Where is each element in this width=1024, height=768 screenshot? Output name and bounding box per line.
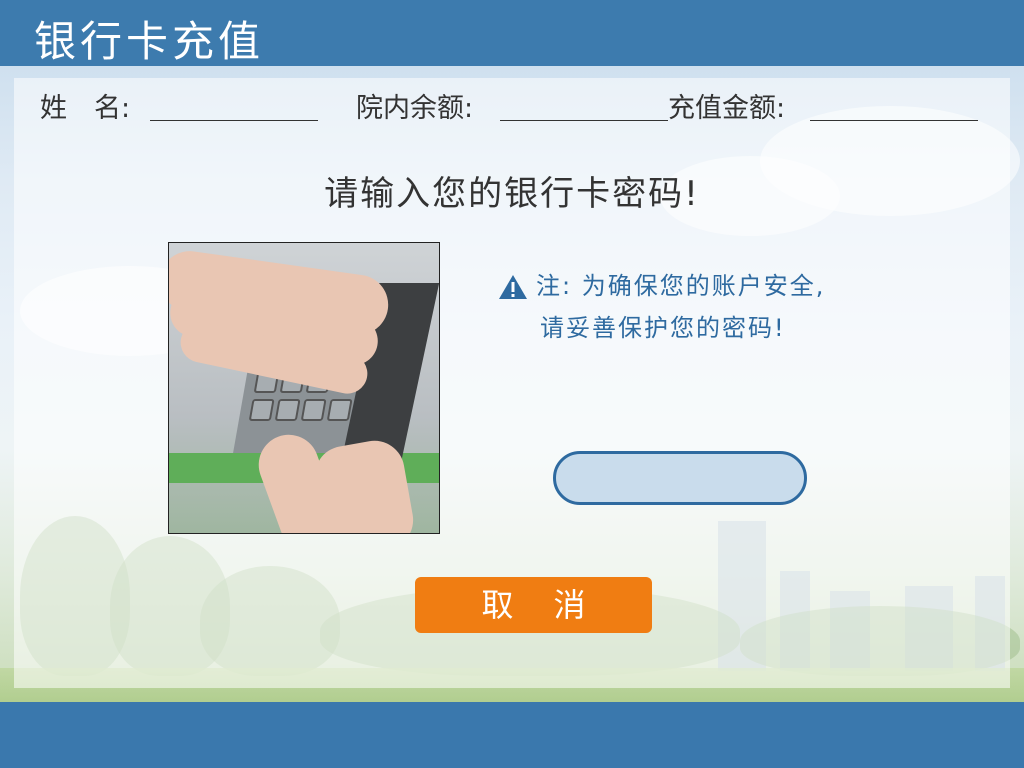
- page-title: 银行卡充值: [34, 17, 265, 66]
- header-bar: 银行卡充值: [0, 0, 1024, 66]
- recharge-amount-label: 充值金额:: [668, 93, 786, 124]
- pin-pad-cover-image: [168, 242, 440, 534]
- cancel-button[interactable]: 取消: [415, 577, 652, 633]
- security-notice: 注: 为确保您的账户安全, 请妥善保护您的密码!: [498, 265, 825, 349]
- password-input[interactable]: [553, 451, 807, 505]
- balance-field: [500, 120, 668, 121]
- name-field: [150, 120, 318, 121]
- password-prompt: 请输入您的银行卡密码!: [324, 174, 700, 214]
- footer-bar: [0, 702, 1024, 768]
- security-notice-line2: 请妥善保护您的密码!: [540, 314, 786, 342]
- warning-triangle-icon: [499, 275, 527, 299]
- balance-label: 院内余额:: [356, 93, 474, 124]
- name-label: 姓 名:: [40, 93, 131, 124]
- security-notice-line1: 注: 为确保您的账户安全,: [536, 272, 826, 300]
- recharge-amount-field: [810, 120, 978, 121]
